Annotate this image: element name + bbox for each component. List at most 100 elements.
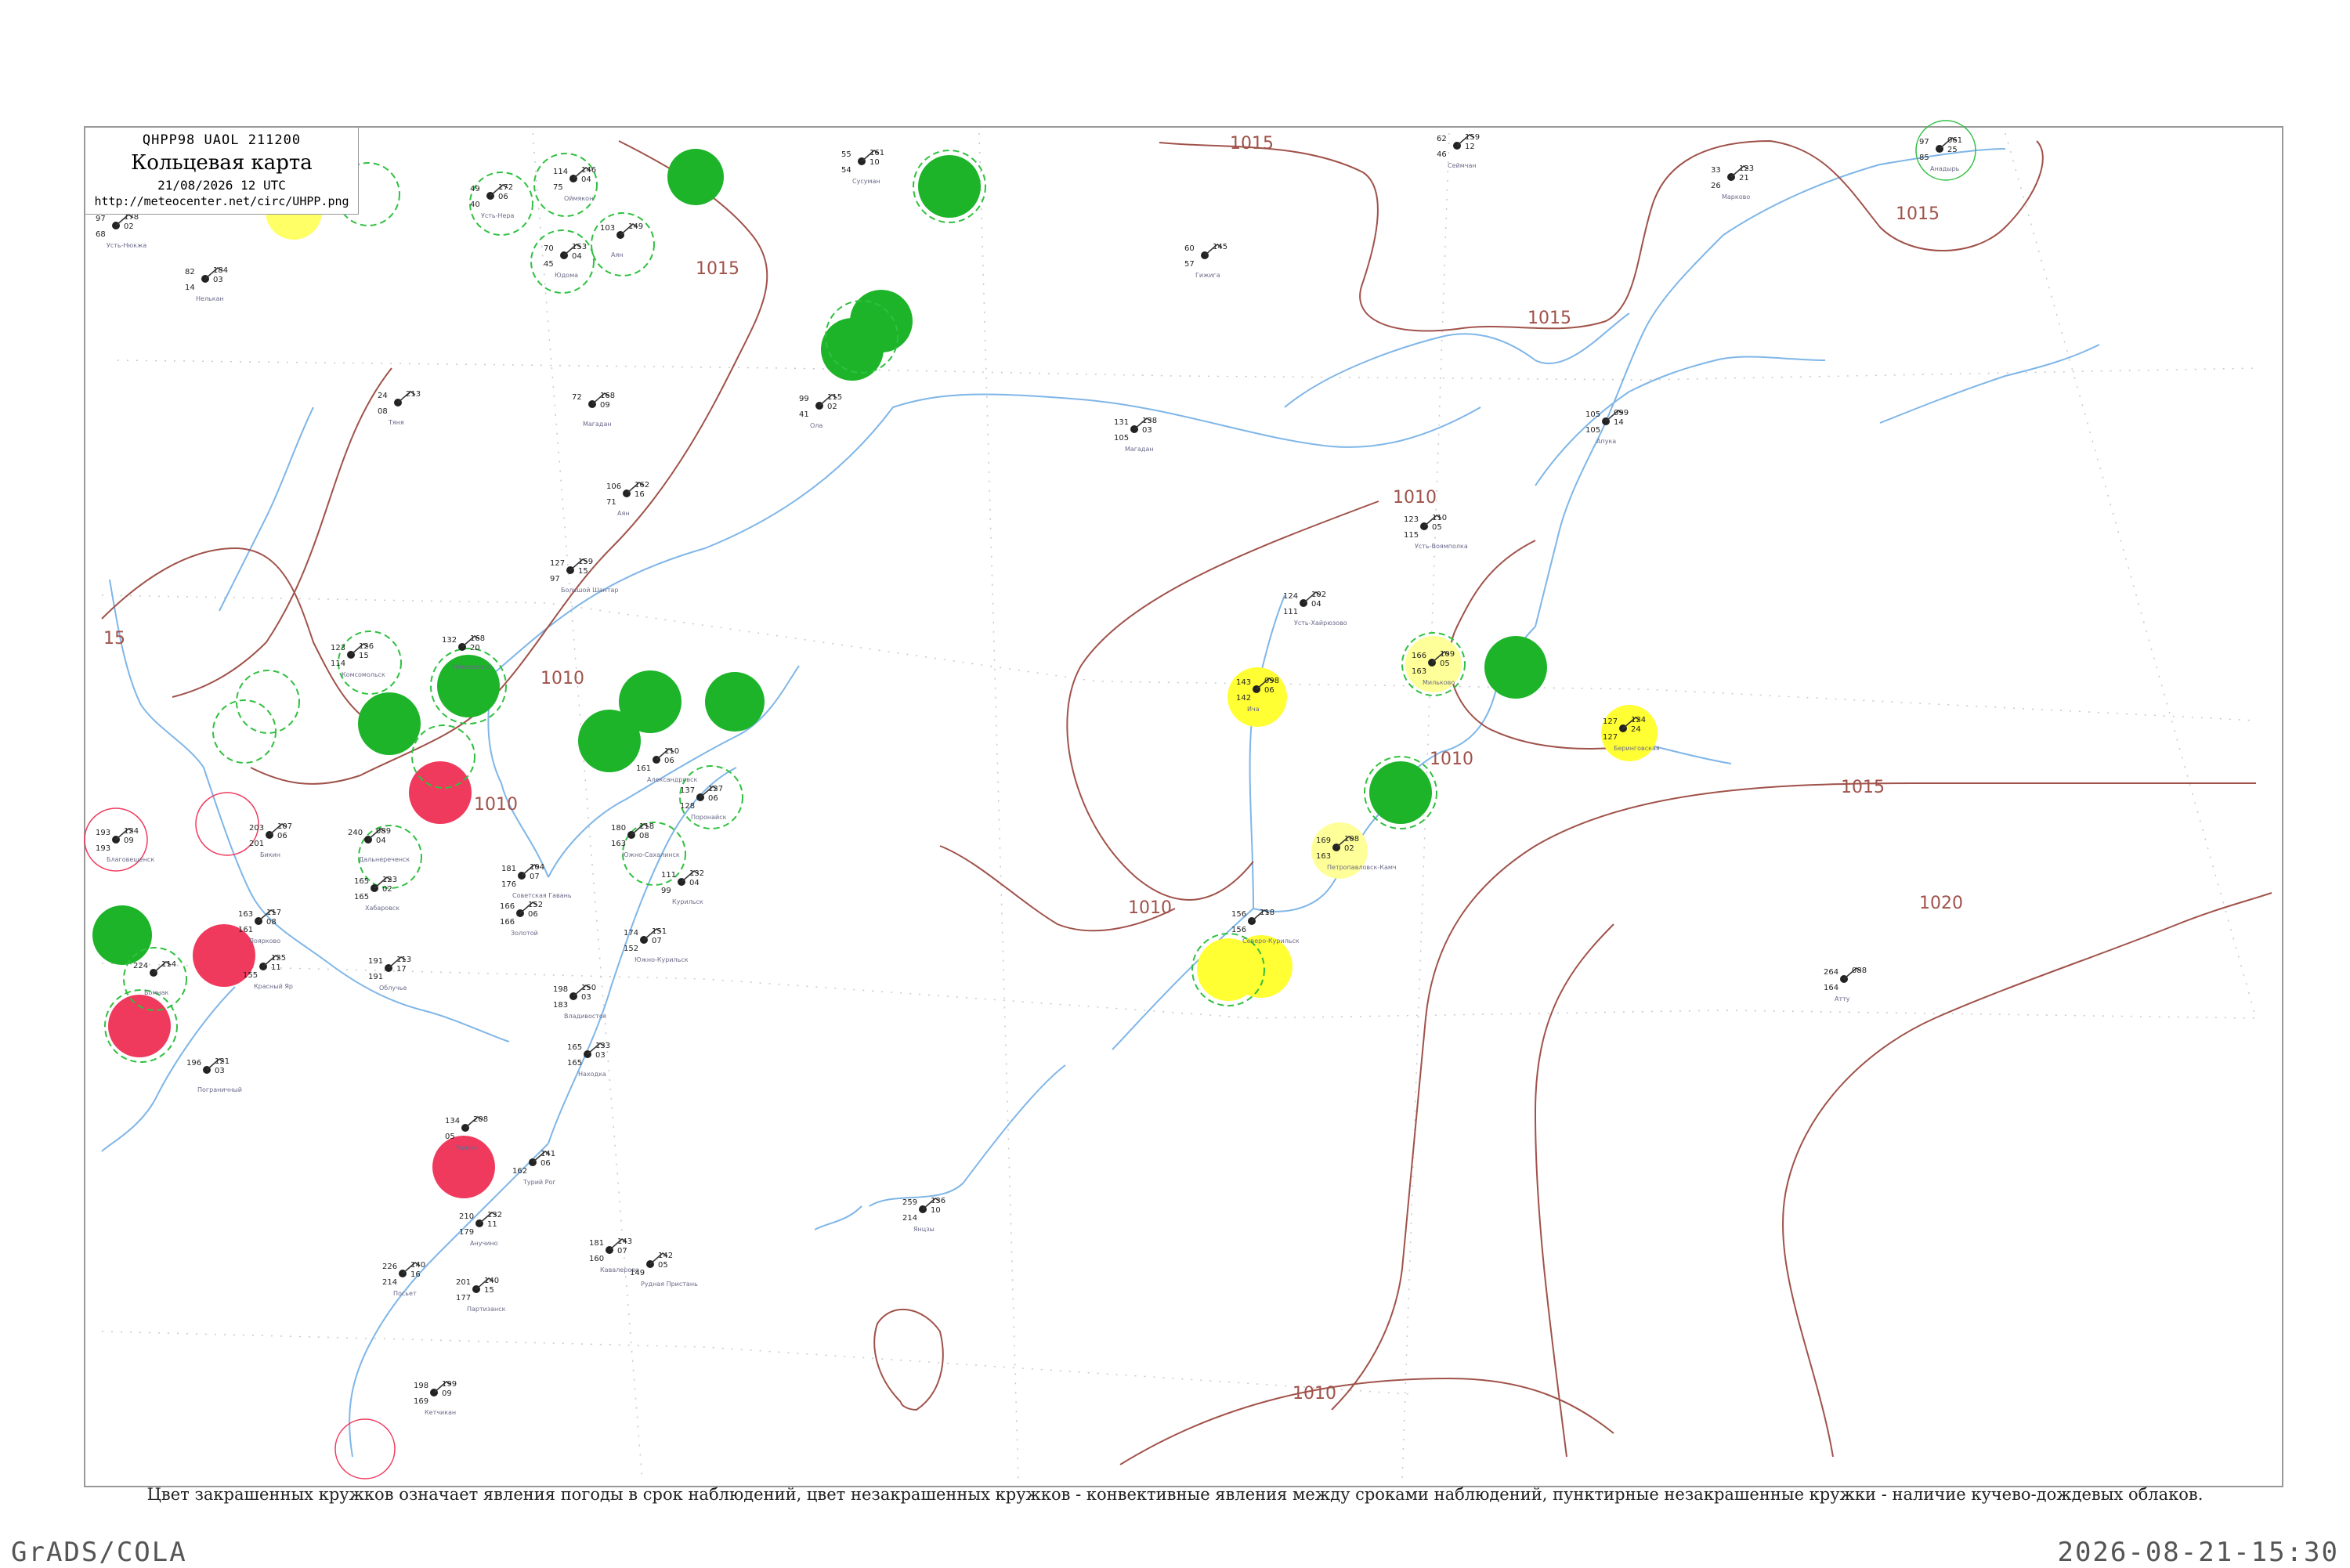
station-name: Комсомольск	[342, 671, 385, 678]
station-dewpoint: 149	[630, 1269, 645, 1277]
station-temperature: 106	[606, 482, 621, 491]
station-plot: 10706 203 201 Бикин	[249, 822, 292, 858]
station-plot: 13610 259 214 Янцзы	[902, 1197, 945, 1233]
station-tendency: 09	[600, 401, 610, 410]
station-name: Южно-Сахалинск	[622, 851, 680, 858]
station-dewpoint: 40	[470, 201, 480, 209]
station-tendency: 15	[359, 652, 369, 660]
filled-circle-green	[1484, 636, 1547, 699]
station-tendency: 02	[827, 403, 837, 411]
station-name: Хабаровск	[365, 905, 400, 912]
station-pressure: 208	[473, 1115, 488, 1124]
station-temperature: 240	[348, 829, 363, 837]
station-temperature: 99	[799, 395, 809, 403]
station-temperature: 169	[1316, 836, 1331, 845]
station-pressure: 117	[266, 909, 281, 917]
station-temperature: 124	[1283, 592, 1298, 601]
station-pressure: 168	[600, 392, 615, 400]
station-temperature: 165	[354, 877, 369, 886]
station-name: Нелькан	[196, 295, 224, 302]
station-name: Владивосток	[564, 1013, 607, 1020]
station-name: Находка	[578, 1071, 606, 1078]
station-name: Сеймчан	[1448, 162, 1477, 169]
dashed-circle	[533, 153, 598, 217]
station-plot: 12103 196 Пограничный	[186, 1057, 242, 1093]
station-tendency: 09	[124, 836, 134, 845]
station-pressure: 123	[382, 876, 397, 884]
station-plot: 15003 198 183 Владивосток	[553, 984, 607, 1020]
station-name: Рудная Пристань	[641, 1281, 698, 1288]
station-pressure: 143	[617, 1237, 632, 1246]
station-pressure: 159	[1465, 133, 1480, 142]
filled-circle-green	[1369, 761, 1432, 824]
station-tendency: 02	[382, 885, 392, 894]
weather-map: 1015 1015 1015 1010 1010 1010 1010 1010 …	[84, 120, 2283, 1487]
station-temperature: 132	[442, 636, 457, 645]
station-dewpoint: 163	[1412, 667, 1426, 676]
station-temperature: 123	[331, 644, 345, 652]
station-plot: 08904 240 Дальнереченск	[348, 827, 410, 863]
station-tendency: 04	[572, 252, 582, 261]
station-plot: 15107 174 152 Южно-Курильск	[624, 927, 689, 963]
station-dewpoint: 45	[544, 260, 554, 269]
station-tendency: 06	[277, 832, 287, 840]
station-temperature: 97	[1919, 138, 1929, 146]
station-temperature: 198	[553, 985, 568, 994]
station-temperature: 143	[1236, 678, 1251, 687]
station-dewpoint: 163	[1316, 852, 1331, 861]
station-temperature: 259	[902, 1198, 917, 1207]
station-pressure: 132	[487, 1211, 502, 1219]
isobar-label: 1010	[1128, 898, 1172, 918]
station-dewpoint: 99	[661, 887, 671, 895]
station-pressure: 133	[595, 1042, 610, 1050]
station-tendency: 05	[1440, 659, 1450, 668]
station-dewpoint: 156	[1231, 926, 1246, 934]
station-name: Петропавловск-Камч	[1327, 864, 1397, 871]
station-tendency: 06	[1264, 686, 1274, 695]
station-name: Беринговская	[1614, 745, 1660, 752]
map-url[interactable]: http://meteocenter.net/circ/UHPP.png	[85, 194, 358, 208]
station-pressure: 107	[277, 822, 292, 831]
station-temperature: 114	[553, 168, 568, 176]
station-pressure: 121	[215, 1057, 230, 1066]
station-tendency: 07	[617, 1247, 627, 1255]
station-plot: 14015 201 177 Партизанск	[456, 1277, 506, 1313]
station-name: Усть-Нюкжа	[107, 242, 146, 249]
station-tendency: 03	[595, 1051, 606, 1060]
isobar-label: 1010	[474, 795, 518, 815]
station-temperature: 191	[368, 957, 383, 966]
station-plot: 114 224 Бомнак	[133, 960, 176, 996]
station-name: Советская Гавань	[512, 892, 572, 899]
station-plot: 10407 181 176 Советская Гавань	[501, 863, 572, 899]
station-pressure: 142	[658, 1252, 673, 1260]
filled-circle-green	[705, 672, 765, 732]
dashed-circle	[212, 699, 277, 764]
station-dewpoint: 54	[841, 166, 851, 175]
station-plot: 09914 105 105 Апука	[1585, 409, 1629, 445]
station-dewpoint: 127	[1603, 733, 1618, 742]
station-temperature: 193	[96, 829, 110, 837]
station-name: Ушмун	[456, 1144, 478, 1151]
station-tendency: 15	[578, 567, 588, 576]
station-pressure: 159	[578, 558, 593, 566]
station-plot: 149 103 Аян	[600, 222, 643, 258]
isobar-label: 1015	[1896, 204, 1940, 224]
station-pressure: 127	[708, 785, 723, 793]
isobar-label: 1010	[1292, 1384, 1336, 1404]
isobar-label: 1015	[1841, 778, 1885, 797]
station-plot: 17206 49 40Усть-Нера	[470, 183, 515, 219]
station-dewpoint: 160	[589, 1255, 604, 1263]
station-name: Ола	[810, 422, 822, 429]
station-tendency: 05	[658, 1261, 668, 1270]
station-name: Пограничный	[197, 1086, 242, 1093]
station-tendency: 16	[634, 490, 645, 499]
station-tendency: 09	[442, 1389, 452, 1398]
cb-circles	[104, 150, 1466, 1063]
station-tendency: 04	[581, 175, 591, 184]
station-name: Анучино	[470, 1240, 498, 1247]
station-plot: 16110 55 54Сусуман	[841, 149, 884, 185]
station-temperature: 198	[414, 1382, 428, 1390]
station-pressure: 136	[931, 1197, 945, 1205]
station-tendency: 03	[1142, 426, 1152, 435]
station-tendency: 12	[1465, 143, 1475, 151]
